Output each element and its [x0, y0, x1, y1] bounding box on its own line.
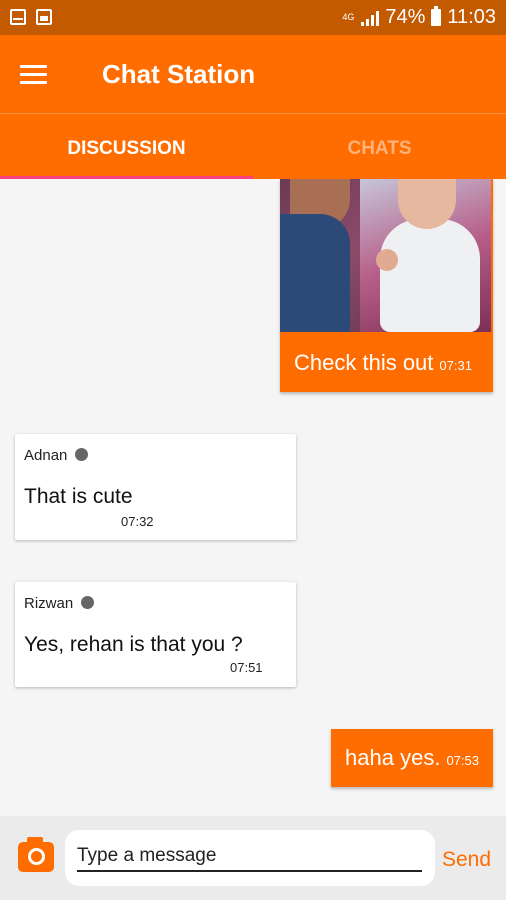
tab-chats[interactable]: CHATS	[253, 114, 506, 179]
signal-icon	[361, 10, 380, 26]
camera-icon[interactable]	[18, 837, 54, 872]
app-title: Chat Station	[102, 59, 256, 89]
clock: 11:03	[447, 6, 496, 28]
network-type-label: 4G	[342, 12, 355, 22]
sender-name: Adnan	[24, 447, 68, 464]
message-time: 07:51	[230, 660, 263, 675]
image-notification-icon	[36, 9, 52, 25]
message-time: 07:32	[121, 514, 154, 529]
message-input[interactable]	[77, 842, 422, 872]
battery-percent: 74%	[385, 6, 426, 28]
tab-bar: DISCUSSION CHATS	[0, 113, 506, 179]
incoming-message[interactable]: Rizwan Yes, rehan is that you ? 07:51	[15, 582, 296, 687]
message-bubble-text: Check this out 07:31	[294, 350, 472, 376]
message-field-container	[65, 830, 435, 886]
status-right: 4G 74% 11:03	[341, 6, 496, 29]
message-text: That is cute	[24, 485, 133, 508]
shared-photo[interactable]	[280, 179, 491, 332]
sender-name-row: Adnan	[24, 447, 89, 464]
message-text: Yes, rehan is that you ?	[24, 633, 243, 656]
outgoing-image-message[interactable]: Check this out 07:31	[280, 179, 493, 392]
message-list[interactable]: Check this out 07:31 Adnan That is cute 0…	[0, 179, 506, 816]
presence-dot-icon	[75, 448, 89, 461]
message-time: 07:31	[439, 358, 472, 373]
notification-icons	[10, 9, 52, 25]
sender-name-row: Rizwan	[24, 595, 95, 612]
status-bar: 4G 74% 11:03	[0, 0, 506, 35]
presence-dot-icon	[81, 596, 95, 609]
incoming-message[interactable]: Adnan That is cute 07:32	[15, 434, 296, 540]
battery-icon	[431, 6, 442, 26]
mail-notification-icon	[10, 9, 26, 25]
message-time: 07:53	[446, 753, 479, 768]
app-bar: Chat Station	[0, 35, 506, 113]
message-text: Check this out	[294, 350, 434, 375]
composer-bar: Send	[0, 816, 506, 900]
menu-icon[interactable]	[20, 65, 47, 85]
sender-name: Rizwan	[24, 595, 74, 612]
outgoing-message[interactable]: haha yes. 07:53	[331, 729, 493, 787]
message-text: haha yes.	[345, 745, 441, 770]
tab-discussion[interactable]: DISCUSSION	[0, 114, 253, 179]
send-button[interactable]: Send	[442, 848, 491, 872]
